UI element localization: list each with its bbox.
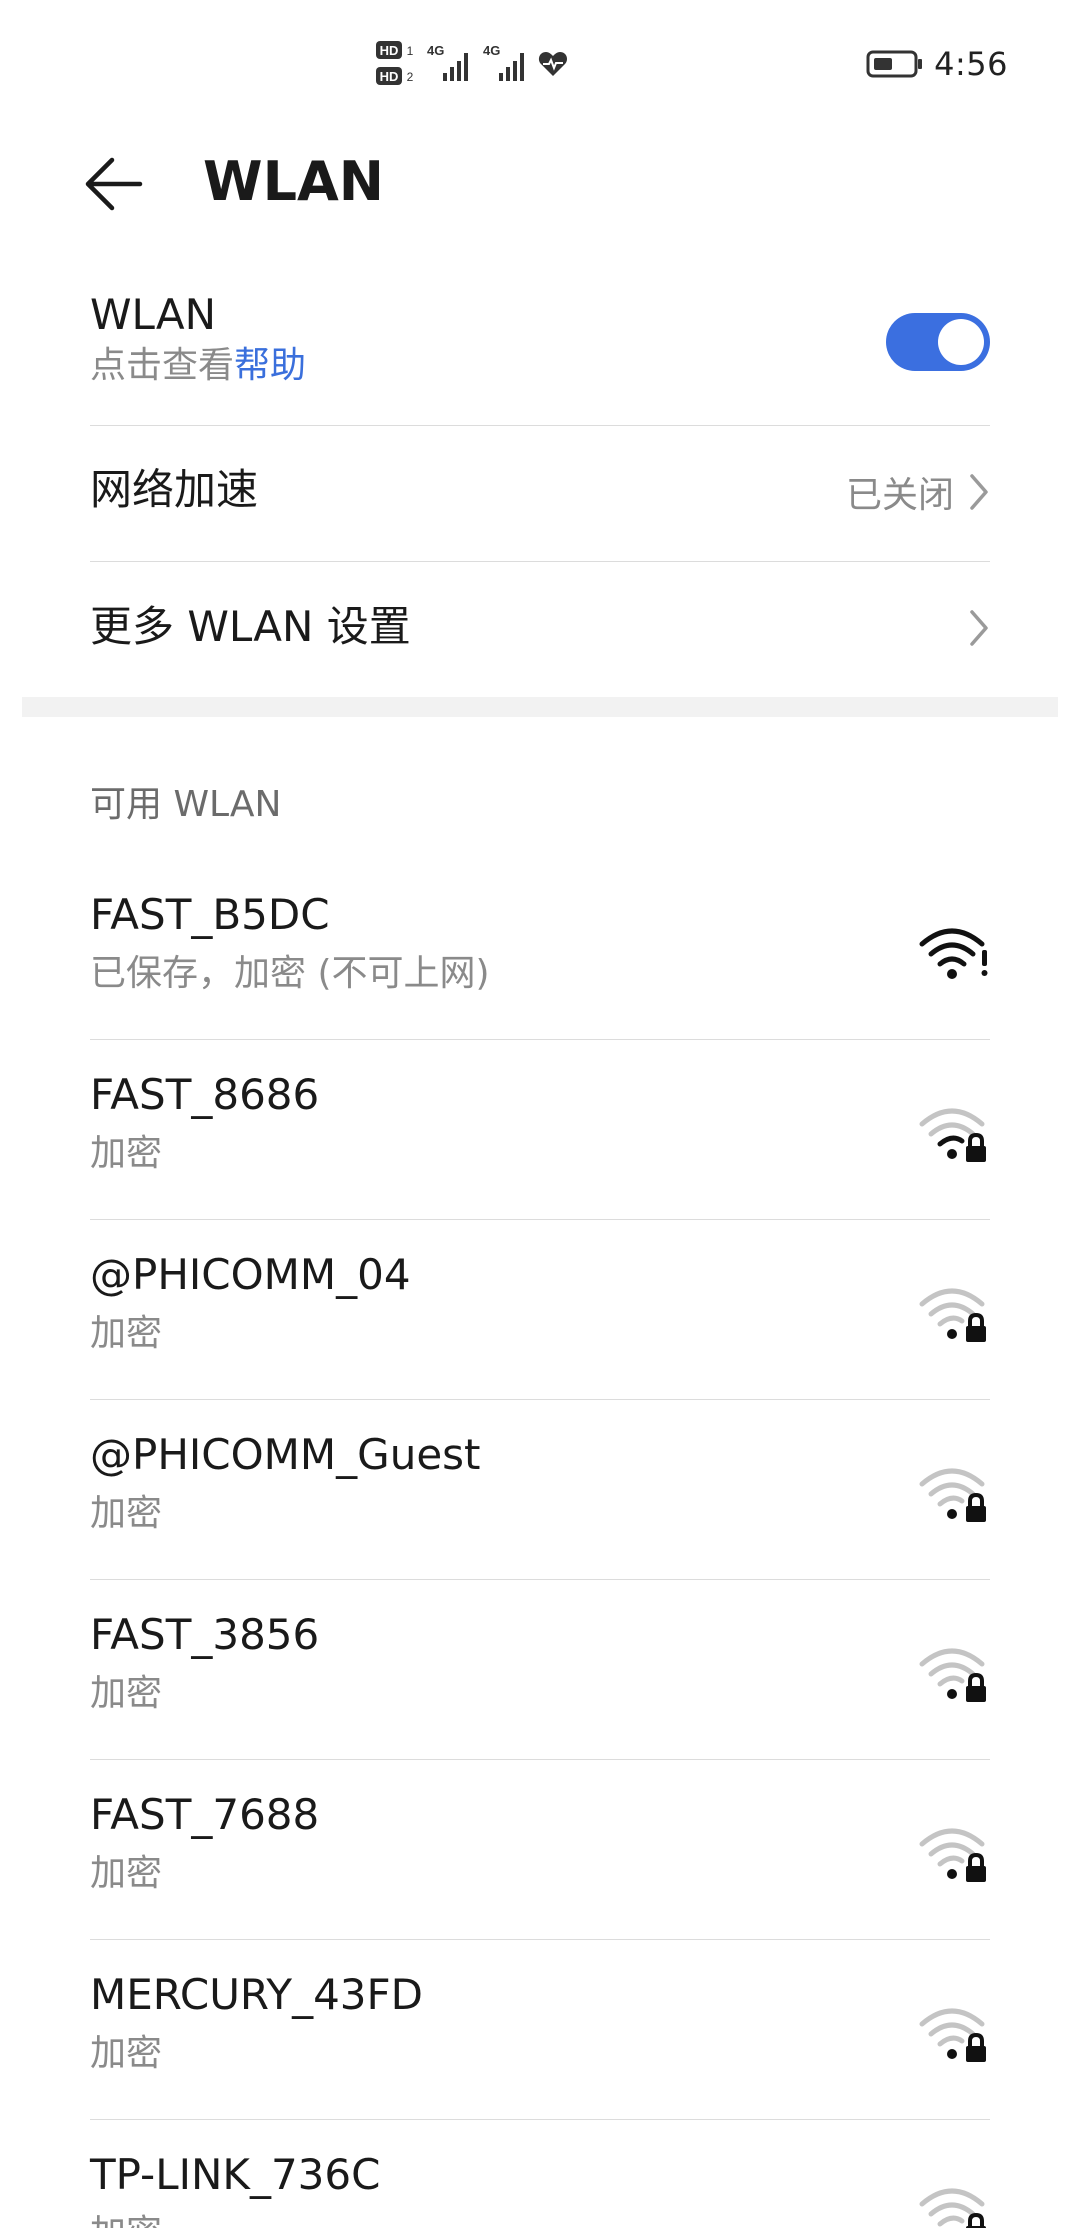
svg-text:HD: HD	[380, 43, 399, 58]
wifi-locked-icon	[919, 1468, 986, 1522]
wifi-network-name: @PHICOMM_Guest	[90, 1430, 481, 1479]
wifi-network-status: 加密	[90, 1853, 163, 1894]
wifi-network-item[interactable]: @PHICOMM_Guest 加密	[0, 1400, 1080, 1580]
more-wlan-settings-chevron	[968, 608, 990, 648]
svg-text:4G: 4G	[483, 43, 500, 58]
divider	[90, 425, 990, 426]
chevron-right-icon	[970, 610, 988, 646]
back-arrow-icon	[85, 157, 143, 211]
wifi-network-item[interactable]: FAST_8686 加密	[0, 1040, 1080, 1220]
wifi-locked-icon	[919, 2188, 986, 2228]
wifi-network-item[interactable]: FAST_7688 加密	[0, 1760, 1080, 1940]
app-header: WLAN	[0, 120, 1080, 245]
wifi-network-status: 加密	[90, 2210, 162, 2228]
wifi-locked-icon	[919, 1828, 986, 1882]
svg-text:4G: 4G	[427, 43, 444, 58]
wlan-switch[interactable]	[886, 313, 990, 371]
signal-4g-icon: 4G	[483, 43, 524, 81]
wifi-network-status: 加密	[90, 1133, 163, 1174]
wifi-locked-icon	[919, 2008, 986, 2062]
status-bar: HD 1 HD 2 4G 4G 4:56	[0, 0, 1080, 120]
signal-4g-icon: 4G	[427, 43, 468, 81]
wifi-network-name: FAST_7688	[90, 1790, 320, 1839]
wifi-network-name: TP-LINK_736C	[90, 2150, 381, 2199]
wifi-network-item[interactable]: MERCURY_43FD 加密	[0, 1940, 1080, 2120]
wifi-network-item[interactable]: FAST_B5DC 已保存，加密 (不可上网)	[0, 860, 1080, 1040]
status-time: 4:56	[934, 45, 1008, 83]
wifi-no-internet-icon	[919, 928, 988, 979]
section-separator	[22, 697, 1058, 717]
divider	[90, 561, 990, 562]
heart-health-icon	[538, 52, 568, 76]
wifi-network-status: 加密	[90, 2033, 163, 2074]
help-link[interactable]: 帮助	[234, 345, 306, 386]
wifi-network-status: 加密	[90, 1313, 163, 1354]
wifi-network-name: MERCURY_43FD	[90, 1970, 424, 2019]
wifi-locked-icon	[919, 1288, 986, 1342]
chevron-right-icon	[970, 474, 988, 510]
more-wlan-settings-title: 更多 WLAN 设置	[90, 602, 411, 651]
hd-icon: HD 1 HD 2	[376, 41, 414, 85]
svg-text:HD: HD	[380, 69, 399, 84]
wifi-network-name: @PHICOMM_04	[90, 1250, 411, 1299]
wifi-network-status: 加密	[90, 1673, 163, 1714]
wlan-toggle-row[interactable]: WLAN 点击查看帮助	[90, 288, 990, 390]
network-accel-value-group: 已关闭	[846, 466, 990, 518]
svg-text:1: 1	[407, 44, 414, 58]
help-prefix-text: 点击查看	[90, 345, 235, 386]
wifi-network-status: 加密	[90, 1493, 163, 1534]
wifi-network-item[interactable]: @PHICOMM_04 加密	[0, 1220, 1080, 1400]
switch-knob	[938, 319, 984, 365]
battery-icon	[866, 50, 923, 78]
wifi-locked-icon	[919, 1648, 986, 1702]
back-button[interactable]	[82, 144, 162, 224]
wifi-network-name: FAST_8686	[90, 1070, 320, 1119]
status-icons-group: HD 1 HD 2 4G 4G	[375, 36, 569, 92]
wlan-settings-screen: HD 1 HD 2 4G 4G 4:56 WLAN WLAN 点击查看帮助 网络…	[0, 0, 1080, 2228]
wifi-network-item[interactable]: TP-LINK_736C 加密	[0, 2120, 1080, 2228]
more-wlan-settings-row[interactable]: 更多 WLAN 设置	[90, 600, 990, 654]
wifi-network-name: FAST_B5DC	[90, 890, 330, 939]
wifi-network-name: FAST_3856	[90, 1610, 320, 1659]
wlan-toggle-subtitle: 点击查看帮助	[90, 342, 990, 390]
wifi-network-list: FAST_B5DC 已保存，加密 (不可上网) FAST_8686 加密 @PH…	[0, 860, 1080, 2228]
wifi-network-status: 已保存，加密 (不可上网)	[90, 953, 490, 994]
page-title: WLAN	[203, 150, 384, 213]
svg-text:2: 2	[407, 70, 414, 84]
wifi-network-item[interactable]: FAST_3856 加密	[0, 1580, 1080, 1760]
network-accel-value: 已关闭	[845, 475, 954, 516]
status-right-group: 4:56	[866, 36, 1008, 92]
wifi-locked-icon	[919, 1108, 986, 1162]
available-wlan-header: 可用 WLAN	[90, 784, 282, 825]
wlan-toggle-title: WLAN	[90, 290, 217, 339]
